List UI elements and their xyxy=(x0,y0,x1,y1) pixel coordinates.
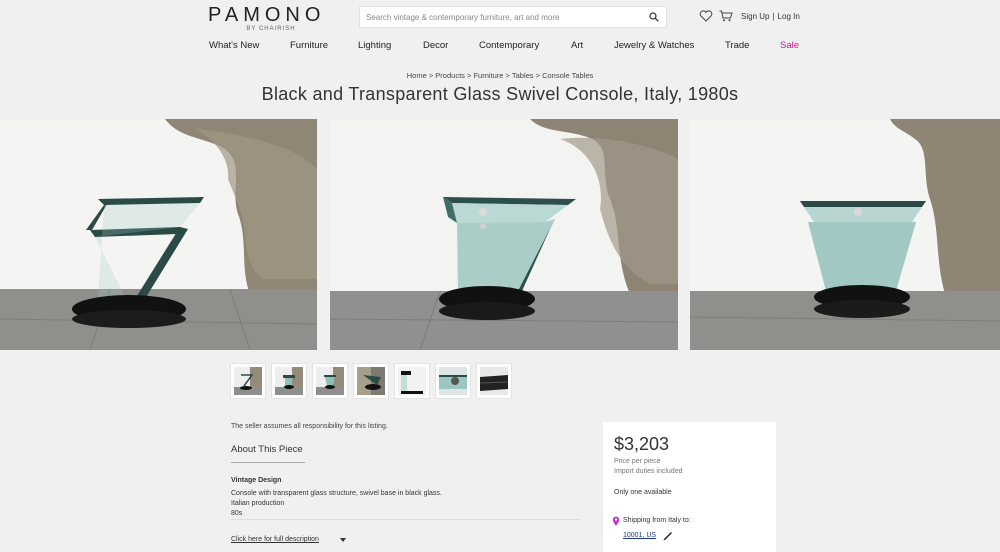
search-icon[interactable] xyxy=(649,12,659,22)
vintage-design-heading: Vintage Design xyxy=(231,477,282,484)
design-line: Console with transparent glass structure… xyxy=(231,490,442,497)
about-tab[interactable]: About This Piece xyxy=(231,444,303,455)
thumbnail-2[interactable] xyxy=(271,363,307,399)
price-panel: $3,203 Price per piece Import duties inc… xyxy=(603,422,776,552)
nav-sale[interactable]: Sale xyxy=(780,40,799,51)
search-input[interactable] xyxy=(360,7,640,28)
price: $3,203 xyxy=(614,434,670,454)
heart-icon[interactable] xyxy=(699,10,713,22)
search-bar xyxy=(359,6,667,28)
thumbnail-7[interactable] xyxy=(476,363,512,399)
nav-decor[interactable]: Decor xyxy=(423,40,448,51)
nav-jewelry-watches[interactable]: Jewelry & Watches xyxy=(614,40,694,51)
nav-art[interactable]: Art xyxy=(571,40,583,51)
main-nav: What's New Furniture Lighting Decor Cont… xyxy=(0,40,1000,54)
availability: Only one available xyxy=(614,489,672,496)
nav-trade[interactable]: Trade xyxy=(725,40,749,51)
thumbnail-5[interactable] xyxy=(394,363,430,399)
cart-icon[interactable] xyxy=(719,10,733,22)
seller-note: The seller assumes all responsibility fo… xyxy=(231,423,388,430)
nav-whats-new[interactable]: What's New xyxy=(209,40,259,51)
gallery-image-3[interactable] xyxy=(690,119,1000,350)
gallery-image-2[interactable] xyxy=(330,119,678,350)
design-line: 80s xyxy=(231,510,243,517)
log-in-link[interactable]: Log In xyxy=(778,12,800,21)
gallery-image-1[interactable] xyxy=(0,119,317,350)
sign-up-link[interactable]: Sign Up xyxy=(741,12,769,21)
nav-furniture[interactable]: Furniture xyxy=(290,40,328,51)
design-line: Italian production xyxy=(231,500,285,507)
auth-links: Sign Up | Log In xyxy=(741,12,800,21)
auth-separator: | xyxy=(772,12,775,21)
nav-contemporary[interactable]: Contemporary xyxy=(479,40,539,51)
full-description-link[interactable]: Click here for full description xyxy=(231,536,319,543)
thumbnail-4[interactable] xyxy=(353,363,389,399)
thumbnail-1[interactable] xyxy=(230,363,266,399)
price-per-piece: Price per piece xyxy=(614,458,661,465)
divider xyxy=(231,519,580,520)
shipping-destination-link[interactable]: 10001, US xyxy=(623,532,656,539)
location-pin-icon xyxy=(612,516,620,526)
pamono-logo[interactable]: PAMONO BY CHAIRISH xyxy=(208,4,328,32)
shipping-label: Shipping from Italy to: xyxy=(623,517,691,524)
breadcrumb[interactable]: Home > Products > Furniture > Tables > C… xyxy=(0,71,1000,80)
about-tab-underline xyxy=(231,462,305,463)
thumbnail-3[interactable] xyxy=(312,363,348,399)
import-duties: Import duties included xyxy=(614,468,683,475)
pencil-icon[interactable] xyxy=(663,531,673,541)
page-title: Black and Transparent Glass Swivel Conso… xyxy=(261,84,739,104)
design-description: Console with transparent glass structure… xyxy=(231,489,442,519)
brand-name: PAMONO xyxy=(208,4,326,26)
chevron-down-icon[interactable] xyxy=(340,538,346,542)
thumbnail-6[interactable] xyxy=(435,363,471,399)
nav-lighting[interactable]: Lighting xyxy=(358,40,391,51)
